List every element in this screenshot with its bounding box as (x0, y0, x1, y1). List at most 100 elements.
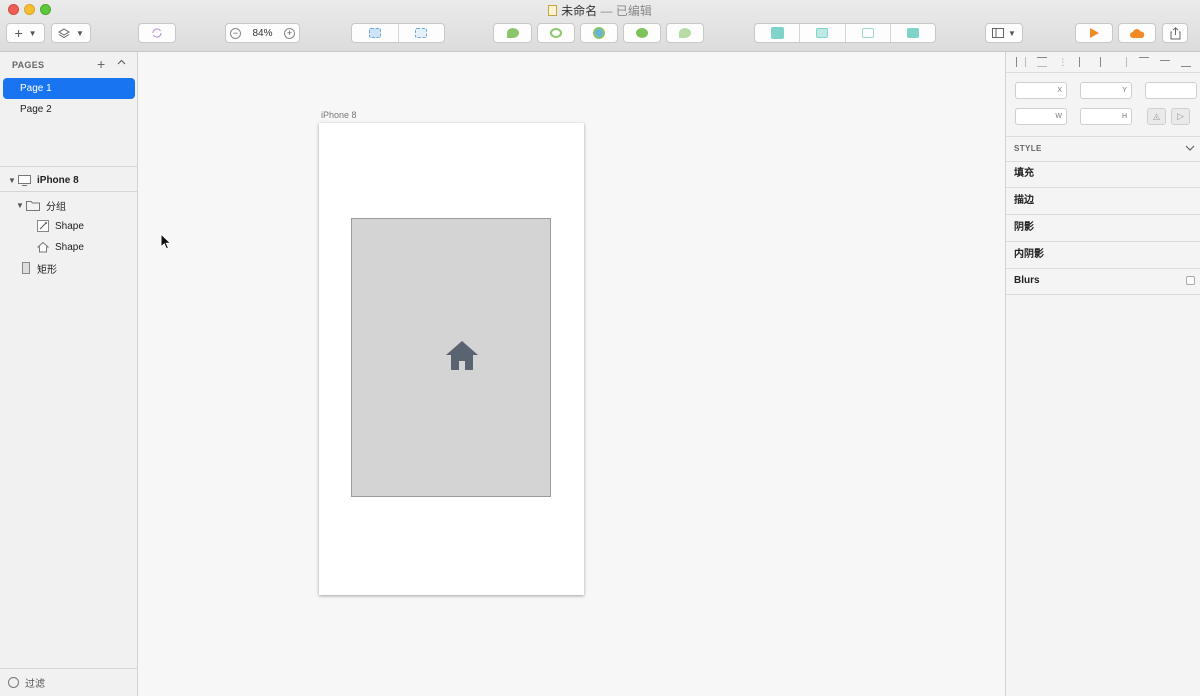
mask-button[interactable] (580, 23, 618, 43)
pages-divider (0, 166, 138, 167)
preview-button[interactable] (1075, 23, 1113, 43)
layer-group[interactable]: ▼ 分组 (16, 196, 66, 214)
align-center-icon[interactable] (1099, 57, 1106, 67)
add-page-button[interactable]: + (97, 56, 105, 72)
layer-shape-1[interactable]: Shape (37, 217, 84, 235)
border-row[interactable]: 描边 (1006, 188, 1200, 215)
flip-vertical-button[interactable]: ◬ (1147, 108, 1166, 125)
layer-shape-2[interactable]: Shape (37, 238, 84, 256)
flatten-button[interactable] (623, 23, 661, 43)
title-bar: 未命名 — 已编辑 + ▼ ▼ − 84% + ▼ (0, 0, 1200, 52)
style-section-header[interactable]: STYLE (1006, 136, 1200, 162)
rectangle-layer[interactable] (351, 218, 551, 497)
distribute-vertical-icon[interactable] (1036, 57, 1047, 67)
artboard[interactable] (319, 123, 584, 595)
layer-group-label: 分组 (46, 201, 66, 213)
inner-shadow-row[interactable]: 内阴影 (1006, 242, 1200, 269)
zoom-out-button[interactable]: − (230, 27, 241, 39)
layer-shape-2-label: Shape (55, 241, 84, 253)
page-item-1[interactable]: Page 1 (3, 78, 135, 99)
subtract-icon (816, 28, 829, 38)
edit-button[interactable] (493, 23, 532, 43)
folder-icon (26, 200, 40, 211)
intersect-button[interactable] (844, 24, 890, 42)
align-left-icon[interactable] (1078, 57, 1089, 67)
edit-shape-icon (506, 28, 519, 38)
width-field[interactable]: W (1015, 108, 1067, 125)
alignment-toolbar: ⋮ (1006, 52, 1200, 73)
union-icon (770, 27, 784, 39)
layer-rectangle-label: 矩形 (37, 264, 57, 276)
rotate-icon (550, 28, 562, 38)
fill-row[interactable]: 填充 (1006, 161, 1200, 188)
rotate-copies-button[interactable] (537, 23, 575, 43)
sync-button[interactable] (138, 23, 176, 43)
filter-icon (8, 677, 19, 688)
subtract-button[interactable] (799, 24, 844, 42)
filter-bar[interactable]: 过滤 (0, 668, 138, 696)
chevron-down-icon[interactable] (1185, 137, 1195, 161)
filter-label: 过滤 (25, 679, 45, 690)
chevron-down-icon: ▼ (1008, 28, 1016, 38)
cloud-icon (1130, 28, 1145, 38)
export-button[interactable] (1162, 23, 1188, 43)
group-controls (351, 23, 445, 43)
scissors-button[interactable] (666, 23, 704, 43)
layer-artboard[interactable]: ▼ iPhone 8 (8, 171, 79, 189)
y-field[interactable]: Y (1080, 82, 1132, 99)
blurs-checkbox[interactable] (1186, 276, 1195, 285)
page-item-2[interactable]: Page 2 (3, 99, 135, 120)
layer-rectangle[interactable]: 矩形 (21, 259, 57, 277)
group-icon (368, 28, 381, 38)
shadow-row[interactable]: 阴影 (1006, 215, 1200, 242)
document-name: 未命名 (561, 4, 598, 18)
distribute-horizontal-icon[interactable] (1015, 57, 1026, 67)
flatten-icon (636, 28, 648, 38)
artboard-icon (18, 174, 31, 186)
intersect-icon (861, 28, 874, 38)
flip-horizontal-button[interactable]: ▷ (1171, 108, 1190, 125)
share-icon (1170, 26, 1180, 39)
disclosure-triangle-icon[interactable]: ▼ (16, 201, 26, 210)
ungroup-button[interactable] (397, 24, 445, 42)
home-icon[interactable] (445, 339, 479, 371)
layers-icon (58, 27, 71, 38)
disclosure-triangle-icon[interactable]: ▼ (8, 176, 18, 185)
plus-icon: + (14, 25, 23, 41)
difference-icon (906, 28, 919, 38)
blurs-row[interactable]: Blurs (1006, 268, 1200, 295)
difference-button[interactable] (889, 24, 935, 42)
layer-shape-1-label: Shape (55, 220, 84, 232)
mouse-cursor-icon (160, 233, 172, 250)
zoom-control: − 84% + (225, 23, 300, 43)
group-button[interactable] (352, 24, 398, 42)
cloud-button[interactable] (1118, 23, 1156, 43)
flip-vertical-icon: ◬ (1153, 111, 1160, 121)
union-button[interactable] (755, 24, 799, 42)
layers-menu-button[interactable]: ▼ (51, 23, 91, 43)
window-title: 未命名 — 已编辑 (0, 2, 1200, 19)
artboard-divider (0, 191, 138, 192)
height-field[interactable]: H (1080, 108, 1132, 125)
align-right-icon[interactable] (1117, 57, 1128, 67)
sidebar-icon (992, 28, 1005, 38)
align-middle-icon[interactable] (1159, 59, 1170, 65)
refresh-icon (152, 28, 162, 38)
zoom-in-button[interactable]: + (283, 27, 295, 39)
pages-header: PAGES (12, 60, 45, 70)
rotation-field[interactable] (1145, 82, 1197, 99)
collapse-pages-button[interactable] (117, 56, 126, 68)
canvas[interactable]: iPhone 8 (139, 52, 1005, 696)
zoom-level[interactable]: 84% (252, 28, 272, 39)
insert-button[interactable]: + ▼ (6, 23, 45, 43)
align-bottom-icon[interactable] (1181, 57, 1192, 67)
more-icon: ⋮ (1058, 56, 1068, 67)
rectangle-icon (21, 262, 31, 274)
mask-icon (593, 27, 605, 39)
align-top-icon[interactable] (1138, 57, 1149, 67)
scissors-icon (679, 28, 691, 38)
x-field[interactable]: X (1015, 82, 1067, 99)
layer-artboard-label: iPhone 8 (37, 174, 79, 186)
artboard-title[interactable]: iPhone 8 (321, 110, 357, 120)
view-button[interactable]: ▼ (985, 23, 1023, 43)
